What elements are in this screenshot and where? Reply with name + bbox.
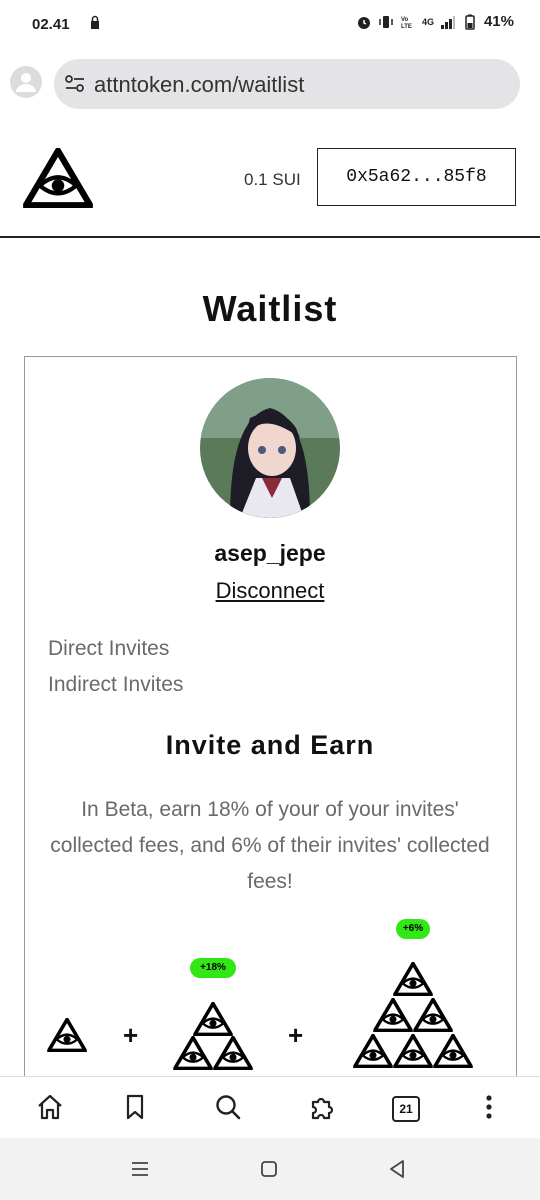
eye-triangle xyxy=(213,1036,253,1070)
eye-triangle xyxy=(393,1034,433,1068)
bookmark-icon[interactable] xyxy=(120,1092,150,1122)
page-title: Waitlist xyxy=(202,288,338,329)
eye-triangle xyxy=(433,1034,473,1068)
vibrate-icon xyxy=(379,15,393,28)
back-icon[interactable] xyxy=(388,1159,406,1179)
profile-avatar-button[interactable] xyxy=(10,66,42,98)
status-time: 02.41 xyxy=(32,16,70,33)
battery-level: 41% xyxy=(483,13,514,30)
invite-description: In Beta, earn 18% of your of your invite… xyxy=(50,798,490,893)
status-icons: Vo LTE 4G 41% xyxy=(356,13,514,30)
battery-icon xyxy=(465,14,475,30)
network-type: 4G xyxy=(421,16,434,27)
eye-triangle xyxy=(353,1034,393,1068)
profile-picture xyxy=(200,378,340,518)
volte-icon: VoLTE xyxy=(401,17,412,30)
eye-triangle xyxy=(373,998,413,1032)
eye-triangle xyxy=(413,998,453,1032)
single-eye-triangle xyxy=(47,1018,87,1052)
direct-invites-label: Direct Invites xyxy=(48,637,170,660)
browser-toolbar: attntoken.com/waitlist xyxy=(0,56,540,116)
browser-bottom-nav: 21 xyxy=(0,1076,540,1139)
home-nav-icon[interactable] xyxy=(260,1160,278,1178)
person-icon xyxy=(16,73,36,92)
site-settings-icon[interactable] xyxy=(64,74,86,94)
system-nav-bar xyxy=(0,1138,540,1200)
tabs-button[interactable]: 21 xyxy=(392,1096,420,1122)
search-icon[interactable] xyxy=(213,1092,243,1122)
alarm-icon xyxy=(357,16,370,29)
site-header: 0.1 SUI 0x5a62...85f8 xyxy=(0,120,540,238)
svg-text:LTE: LTE xyxy=(401,24,412,30)
signal-icon xyxy=(440,15,455,29)
address-bar[interactable]: attntoken.com/waitlist xyxy=(54,59,520,109)
invite-earn-title: Invite and Earn xyxy=(165,730,375,760)
home-icon[interactable] xyxy=(35,1092,65,1122)
lock-icon xyxy=(91,15,99,29)
badge-6: +6% xyxy=(396,919,430,939)
extensions-icon[interactable] xyxy=(307,1092,337,1122)
wallet-address-button[interactable]: 0x5a62...85f8 xyxy=(317,148,516,206)
more-icon[interactable] xyxy=(474,1092,504,1122)
indirect-invites-label: Indirect Invites xyxy=(48,673,184,696)
plus-sign: + xyxy=(288,1020,304,1050)
eye-triangle-logo[interactable] xyxy=(22,148,94,208)
recents-icon[interactable] xyxy=(130,1160,150,1178)
eye-triangle xyxy=(173,1036,213,1070)
status-bar: 02.41 Vo LTE 4G 41% xyxy=(0,0,540,48)
username: asep_jepe xyxy=(214,540,326,566)
badge-18: +18% xyxy=(190,958,236,978)
disconnect-link[interactable]: Disconnect xyxy=(0,578,540,604)
eye-triangle xyxy=(393,962,433,996)
svg-text:Vo: Vo xyxy=(401,17,409,23)
plus-sign: + xyxy=(123,1020,139,1050)
eye-triangle xyxy=(193,1002,233,1036)
balance-text: 0.1 SUI xyxy=(244,170,301,189)
url-text: attntoken.com/waitlist xyxy=(94,72,305,97)
